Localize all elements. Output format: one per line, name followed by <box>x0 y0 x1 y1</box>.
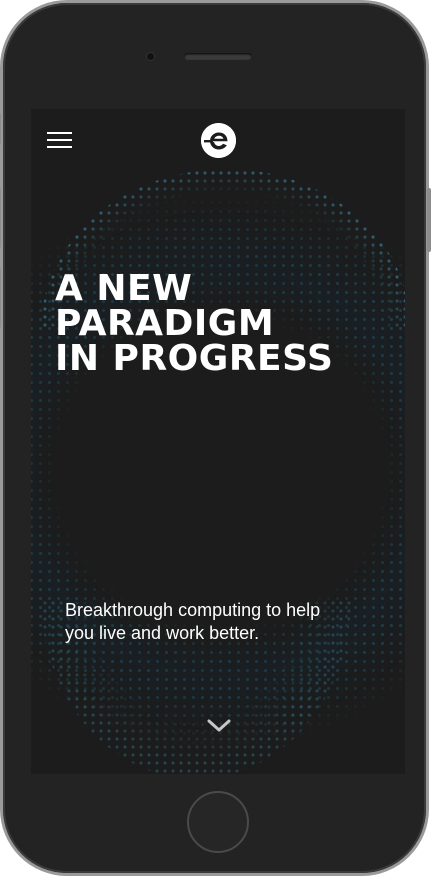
volume-down-button <box>0 268 1 328</box>
headline-line: PARADIGM <box>55 303 275 344</box>
screen: A NEW PARADIGM IN PROGRESS Breakthrough … <box>31 109 405 774</box>
tagline-line: Breakthrough computing to help <box>65 600 321 620</box>
mute-switch <box>0 113 1 145</box>
chevron-down-icon[interactable] <box>206 718 232 734</box>
background-shade <box>31 109 405 774</box>
earpiece-speaker <box>184 53 252 60</box>
front-camera <box>147 53 154 60</box>
hamburger-menu-icon[interactable] <box>47 132 72 149</box>
headline-line: A NEW <box>55 268 193 309</box>
phone-frame: A NEW PARADIGM IN PROGRESS Breakthrough … <box>0 3 431 873</box>
hero-headline: A NEW PARADIGM IN PROGRESS <box>55 268 334 379</box>
e-logo-icon[interactable] <box>201 123 236 158</box>
power-button <box>427 188 431 252</box>
site-header <box>31 109 405 171</box>
volume-up-button <box>0 188 1 248</box>
home-button[interactable] <box>187 791 249 853</box>
tagline-line: you live and work better. <box>65 623 260 643</box>
headline-line: IN PROGRESS <box>55 338 334 379</box>
hero-tagline: Breakthrough computing to help you live … <box>65 599 385 645</box>
